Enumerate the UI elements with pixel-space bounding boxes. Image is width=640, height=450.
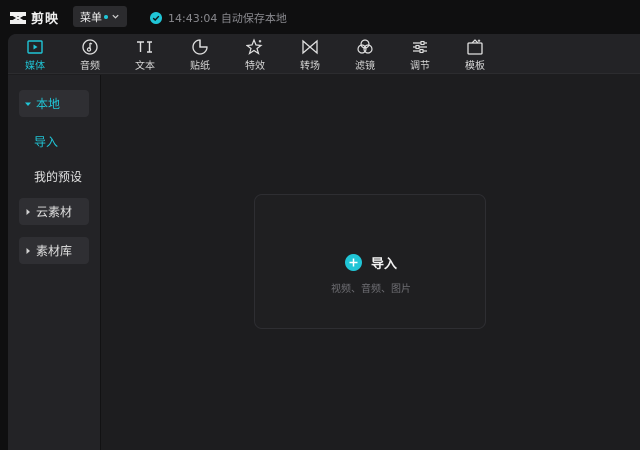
sidebar-item-import[interactable]: 导入 [34,133,58,150]
tab-label: 转场 [300,61,320,72]
tab-bar: 媒体 音频 文本 贴纸 特效 转场 滤镜 调节 模板 [8,34,640,74]
audio-icon [82,39,98,55]
menu-label: 菜单 [80,10,102,24]
tab-transitions[interactable]: 转场 [290,38,330,72]
text-icon [137,41,152,53]
tab-label: 模板 [465,61,485,72]
chevron-down-icon [112,14,119,19]
app-logo: 剪映 [10,8,59,27]
import-hint: 视频、音频、图片 [331,284,411,295]
app-name: 剪映 [31,12,60,27]
title-bar: 剪映 菜单 14:43:04 自动保存本地 [0,0,640,34]
sidebar-item-cloud[interactable]: 云素材 [19,198,89,225]
tab-label: 音频 [80,61,100,72]
sidebar-item-label: 本地 [36,97,61,111]
tab-label: 贴纸 [190,61,210,72]
import-button[interactable]: 导入 [255,253,487,272]
menu-button[interactable]: 菜单 [73,6,127,27]
tab-adjust[interactable]: 调节 [400,38,440,72]
tab-effects[interactable]: 特效 [235,38,275,72]
caret-right-icon [26,208,30,215]
caret-down-icon [25,102,31,106]
tab-media[interactable]: 媒体 [15,38,55,72]
tab-label: 文本 [135,61,155,72]
caret-right-icon [26,247,30,254]
sidebar-item-library[interactable]: 素材库 [19,237,89,264]
import-dropzone[interactable]: 导入 视频、音频、图片 [254,194,486,329]
autosave-text: 14:43:04 自动保存本地 [168,12,287,25]
tab-label: 调节 [410,61,430,72]
tab-label: 媒体 [25,61,45,72]
notification-dot [104,14,108,19]
media-icon [27,40,43,54]
sidebar-item-local[interactable]: 本地 [19,90,89,117]
autosave-status: 14:43:04 自动保存本地 [150,10,287,26]
tab-templates[interactable]: 模板 [455,38,495,72]
sidebar-item-label: 云素材 [36,205,73,219]
adjust-icon [413,40,427,54]
tab-audio[interactable]: 音频 [70,38,110,72]
check-circle-icon [150,12,162,24]
tab-stickers[interactable]: 贴纸 [180,38,220,72]
transition-icon [302,39,318,55]
media-panel: 媒体 音频 文本 贴纸 特效 转场 滤镜 调节 模板 本地 导入 我的预设 云素… [8,34,640,450]
tab-filters[interactable]: 滤镜 [345,38,385,72]
tab-text[interactable]: 文本 [125,38,165,72]
sidebar-item-my-presets[interactable]: 我的预设 [34,168,82,185]
filter-icon [357,39,373,54]
plus-circle-icon [344,254,362,271]
capcut-logo-icon [10,11,26,24]
tab-label: 特效 [245,61,265,72]
media-content-area: 导入 视频、音频、图片 [102,75,640,450]
template-icon [467,39,483,55]
effects-icon [246,38,263,55]
sticker-icon [192,39,208,55]
sidebar: 本地 导入 我的预设 云素材 素材库 [8,75,101,450]
import-label: 导入 [370,257,397,272]
sidebar-item-label: 素材库 [36,244,73,258]
tab-label: 滤镜 [355,61,375,72]
